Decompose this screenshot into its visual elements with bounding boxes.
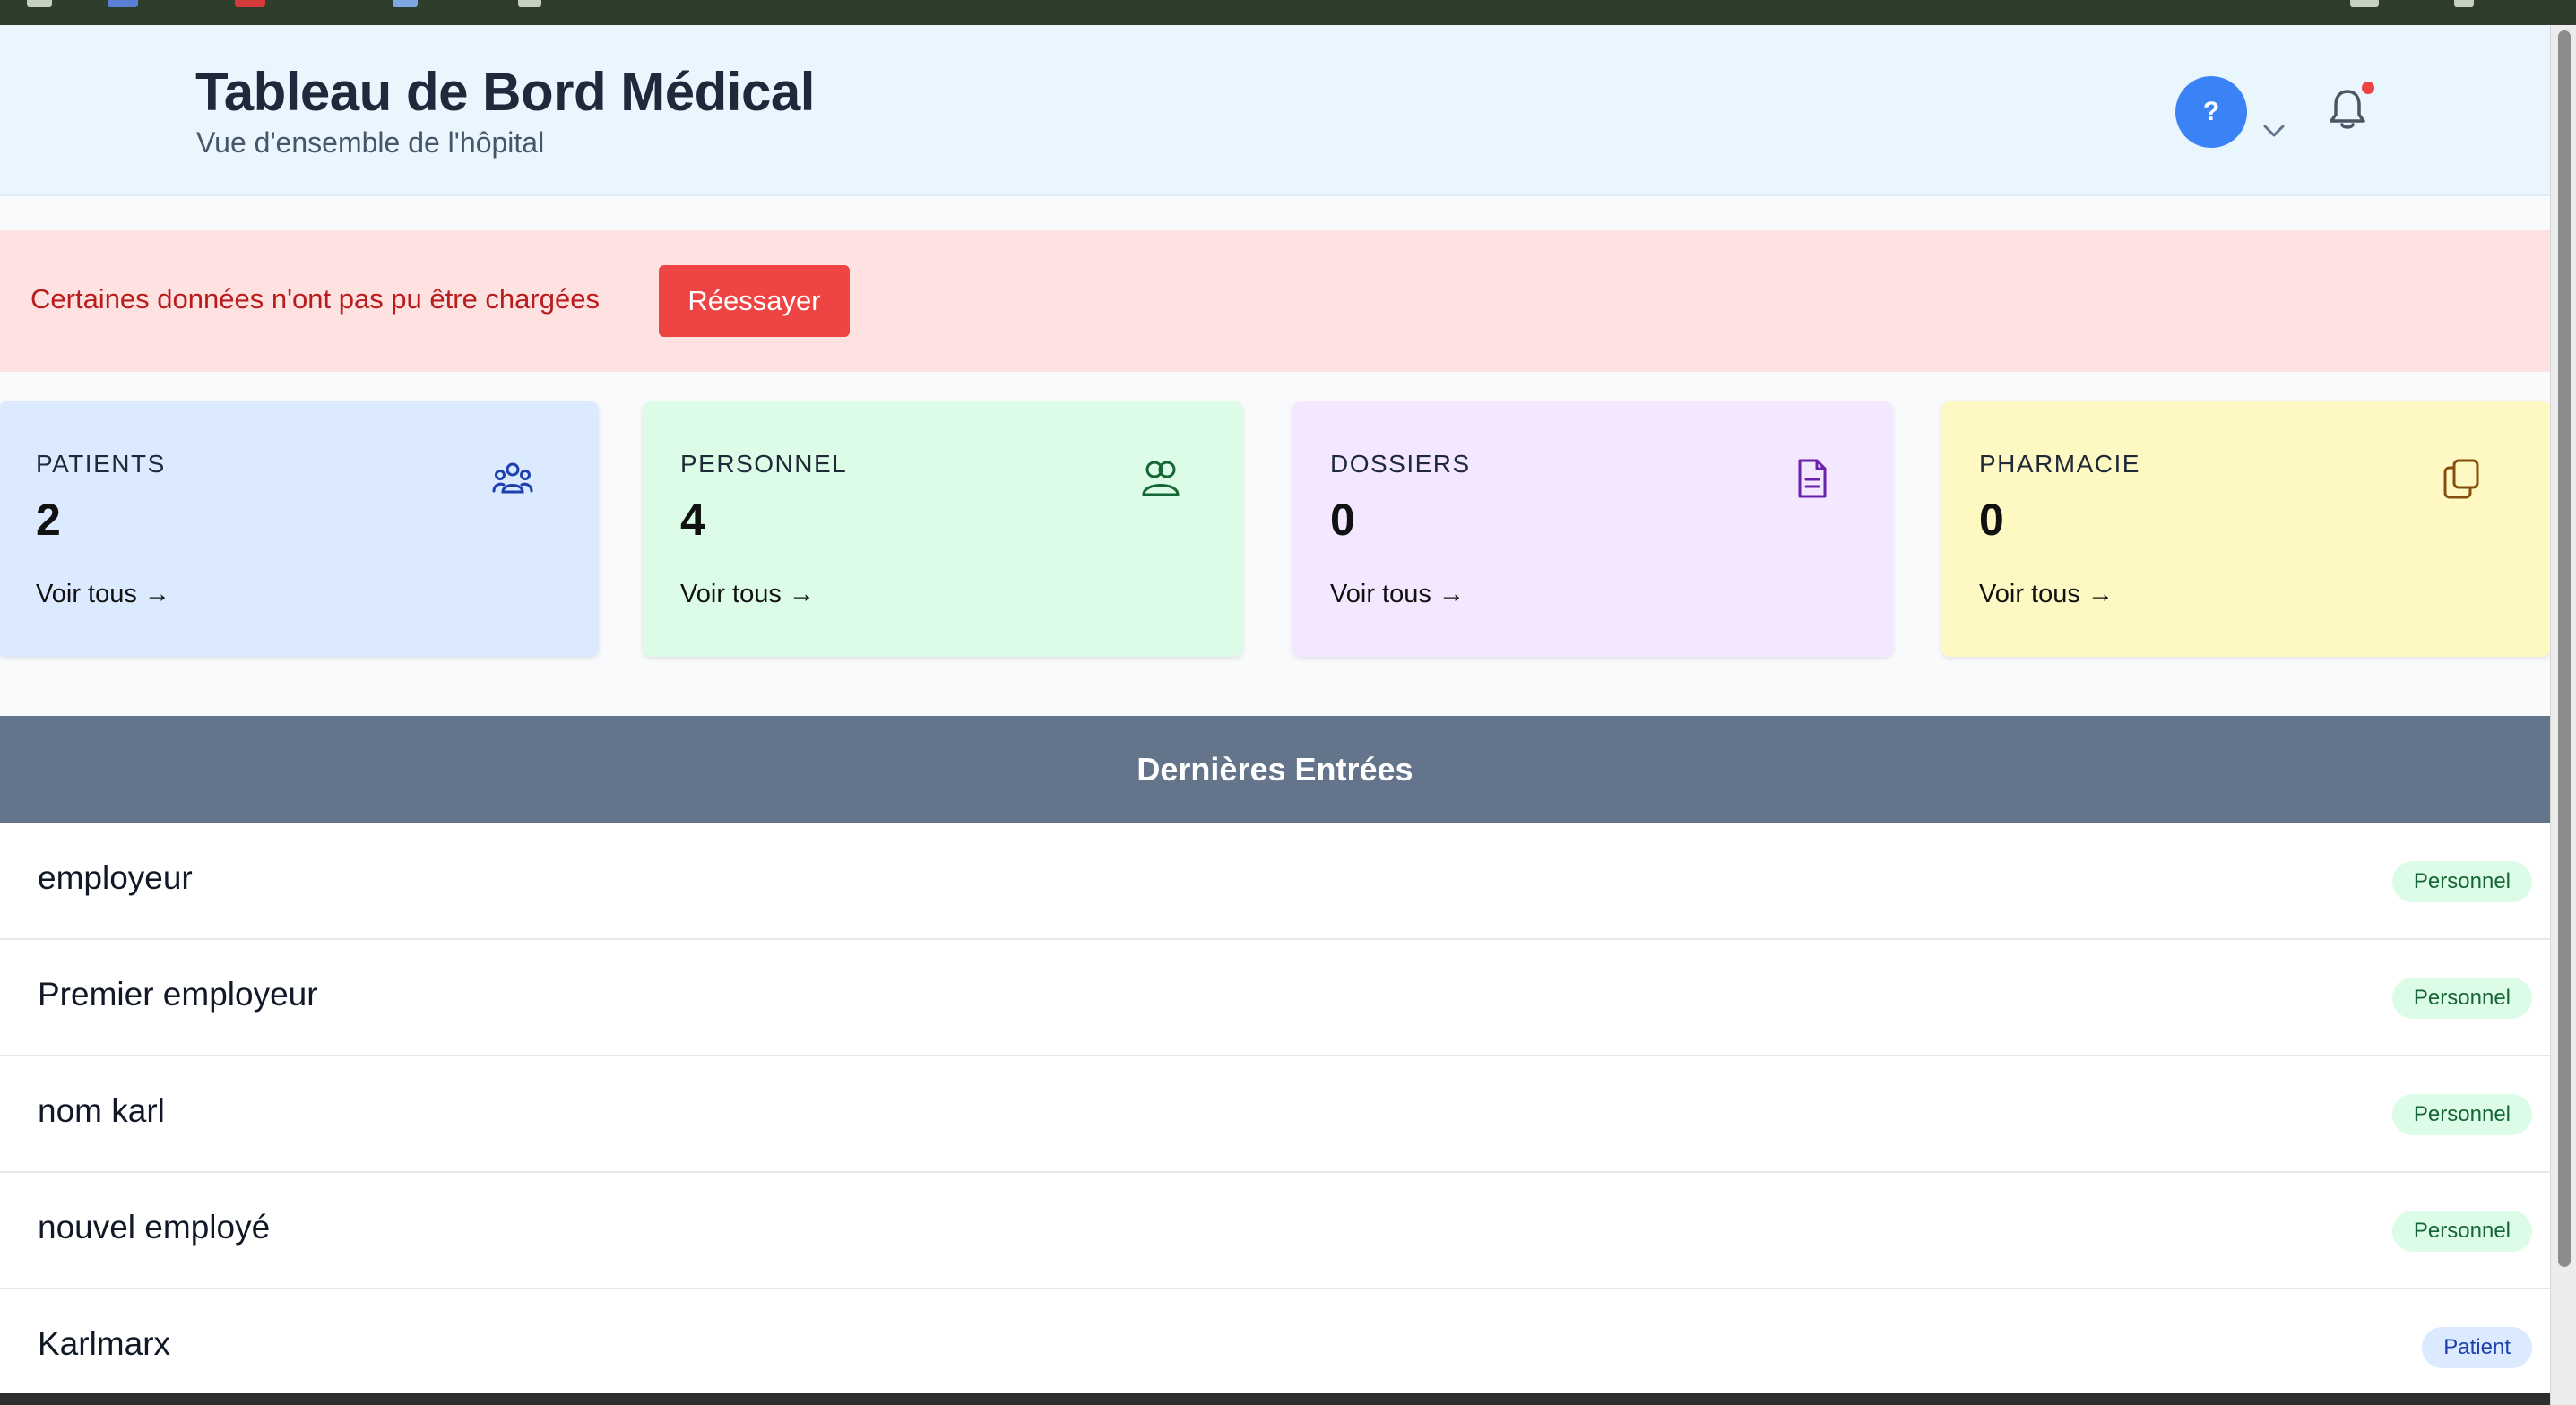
- type-badge: Personnel: [2391, 1211, 2532, 1252]
- entry-name: nom karl: [38, 1092, 165, 1129]
- scrollbar-thumb[interactable]: [2558, 30, 2571, 1267]
- table-row[interactable]: nom karl Personnel: [0, 1056, 2550, 1173]
- stat-label: PERSONNEL: [680, 450, 848, 478]
- retry-button[interactable]: Réessayer: [659, 265, 850, 337]
- entry-name: Karlmarx: [38, 1325, 171, 1362]
- stat-value: 2: [36, 495, 61, 545]
- browser-toolbar-icon[interactable]: [2454, 0, 2474, 7]
- stat-label: DOSSIERS: [1330, 450, 1471, 478]
- stat-value: 0: [1330, 495, 1355, 545]
- document-icon: [1798, 459, 1827, 498]
- table-row[interactable]: Premier employeur Personnel: [0, 940, 2550, 1056]
- browser-toolbar-icon[interactable]: [235, 0, 265, 7]
- window-bottom-edge: [0, 1393, 2550, 1405]
- entry-name: Premier employeur: [38, 976, 318, 1013]
- browser-top-bar: [0, 0, 2576, 25]
- browser-toolbar-icon[interactable]: [518, 0, 541, 7]
- table-row[interactable]: nouvel employé Personnel: [0, 1173, 2550, 1289]
- view-all-link[interactable]: Voir tous →: [680, 580, 815, 609]
- copy-icon: [2443, 459, 2479, 499]
- stat-value: 0: [1979, 495, 2004, 545]
- table-row[interactable]: Karlmarx Patient: [0, 1289, 2550, 1393]
- browser-toolbar-icon[interactable]: [108, 0, 138, 7]
- view-all-link[interactable]: Voir tous →: [1330, 580, 1465, 609]
- stat-card-dossiers[interactable]: DOSSIERS 0 Voir tous →: [1292, 401, 1893, 657]
- entry-name: employeur: [38, 859, 193, 896]
- dashboard-header: Tableau de Bord Médical Vue d'ensemble d…: [0, 25, 2550, 196]
- stat-card-patients[interactable]: PATIENTS 2 Voir tous →: [0, 401, 599, 657]
- stat-card-pharmacie[interactable]: PHARMACIE 0 Voir tous →: [1941, 401, 2550, 657]
- bell-icon[interactable]: [2329, 88, 2366, 131]
- entry-name: nouvel employé: [38, 1209, 271, 1246]
- error-message: Certaines données n'ont pas pu être char…: [30, 283, 600, 315]
- browser-toolbar-icon[interactable]: [2350, 0, 2379, 7]
- stat-label: PATIENTS: [36, 450, 166, 478]
- vertical-scrollbar[interactable]: [2550, 25, 2576, 1405]
- error-banner: Certaines données n'ont pas pu être char…: [0, 230, 2550, 372]
- browser-toolbar-icon[interactable]: [27, 0, 52, 7]
- type-badge: Personnel: [2391, 861, 2532, 902]
- type-badge: Personnel: [2391, 1094, 2532, 1135]
- type-badge: Personnel: [2391, 978, 2532, 1019]
- view-all-link[interactable]: Voir tous →: [1979, 580, 2114, 609]
- user-avatar-button[interactable]: ?: [2175, 76, 2247, 148]
- stat-value: 4: [680, 495, 705, 545]
- notification-dot: [2362, 82, 2374, 94]
- table-row[interactable]: employeur Personnel: [0, 823, 2550, 940]
- chevron-down-icon[interactable]: [2262, 124, 2286, 138]
- type-badge: Patient: [2422, 1327, 2532, 1368]
- avatar-label: ?: [2202, 97, 2220, 126]
- stat-label: PHARMACIE: [1979, 450, 2140, 478]
- stat-card-personnel[interactable]: PERSONNEL 4 Voir tous →: [643, 401, 1243, 657]
- page-subtitle: Vue d'ensemble de l'hôpital: [196, 126, 545, 159]
- page-viewport: Tableau de Bord Médical Vue d'ensemble d…: [0, 25, 2550, 1393]
- users-group-icon: [492, 462, 533, 494]
- view-all-link[interactable]: Voir tous →: [36, 580, 170, 609]
- page-title: Tableau de Bord Médical: [195, 62, 815, 122]
- user-pair-icon: [1142, 461, 1180, 496]
- recent-entries-header: Dernières Entrées: [0, 716, 2550, 823]
- browser-toolbar-icon[interactable]: [393, 0, 418, 7]
